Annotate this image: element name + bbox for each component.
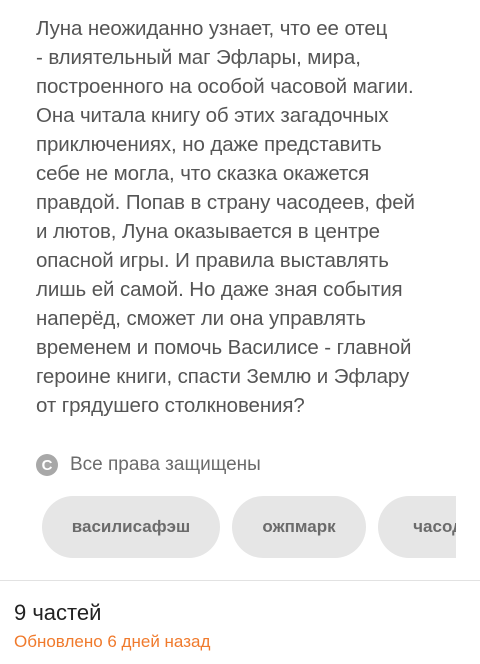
description-line: Она читала книгу об этих загадочных [36, 104, 389, 127]
tag-list: василисафэш ожпмарк часодеи [42, 496, 456, 558]
tag-chip[interactable]: василисафэш [42, 496, 220, 558]
description-line: наперёд, сможет ли она управлять [36, 307, 366, 330]
section-divider [0, 580, 480, 581]
copyright-notice: C Все права защищены [36, 452, 261, 478]
description-line: правдой. Попав в страну часодеев, фей [36, 191, 415, 214]
story-description: Луна неожиданно узнает, что ее отец - вл… [36, 14, 446, 420]
updated-label: Обновлено 6 дней назад [14, 632, 211, 651]
description-line: от грядушего столкновения? [36, 394, 305, 417]
description-line: приключениях, но даже представить [36, 133, 382, 156]
tag-chip[interactable]: часодеи [378, 496, 456, 558]
description-line: Луна неожиданно узнает, что ее отец [36, 17, 388, 40]
copyright-icon: C [36, 454, 58, 476]
copyright-text: Все права защищены [70, 454, 261, 475]
description-line: - влиятельный маг Эфлары, мира, [36, 46, 361, 69]
description-line: временем и помочь Василисе - главной [36, 336, 412, 359]
description-line: опасной игры. И правила выставлять [36, 249, 389, 272]
story-details-page: Луна неожиданно узнает, что ее отец - вл… [0, 0, 480, 664]
description-line: героине книги, спасти Землю и Эфлару [36, 365, 410, 388]
parts-count[interactable]: 9 частей [14, 600, 101, 626]
description-line: себе не могла, что сказка окажется [36, 162, 370, 185]
description-line: и лютов, Луна оказывается в центре [36, 220, 380, 243]
description-line: лишь ей самой. Но даже зная события [36, 278, 403, 301]
tag-chip[interactable]: ожпмарк [232, 496, 366, 558]
description-line: построенного на особой часовой магии. [36, 75, 414, 98]
